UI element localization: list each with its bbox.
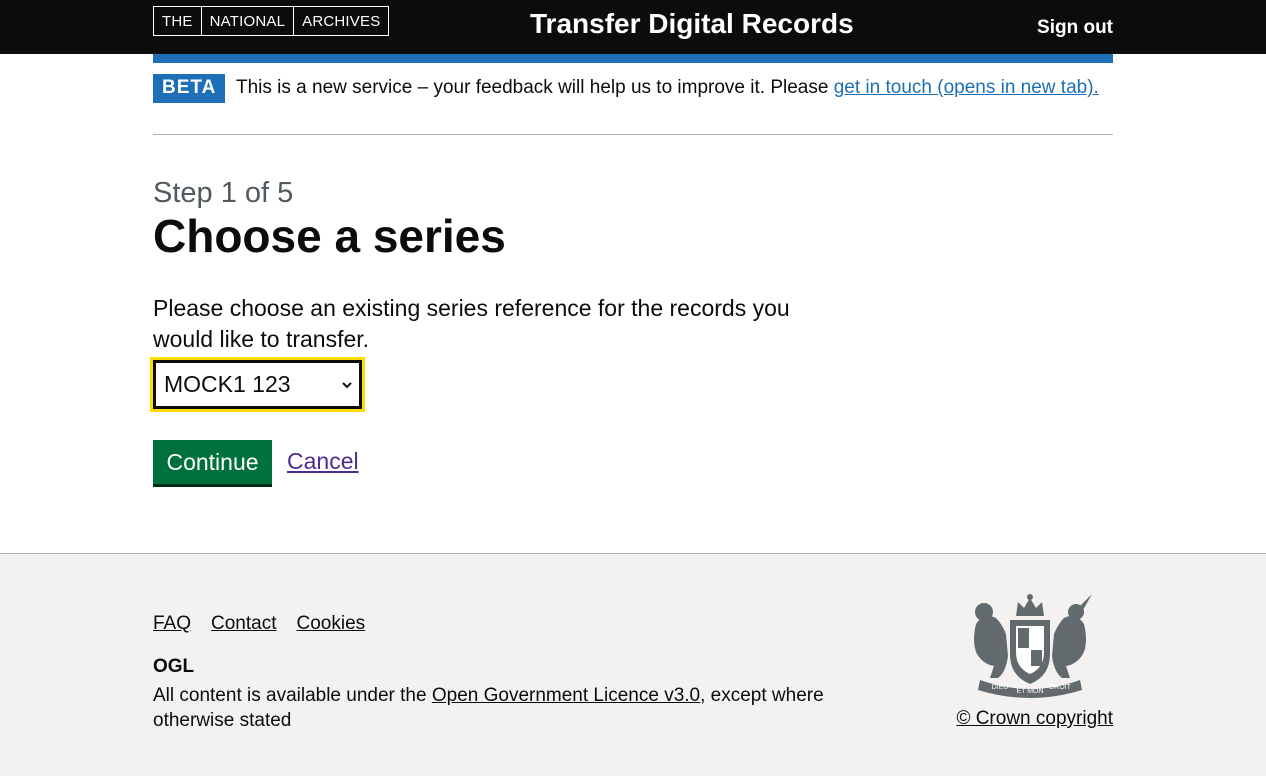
series-select-value: MOCK1 123 <box>164 371 291 397</box>
feedback-link[interactable]: get in touch (opens in new tab). <box>834 77 1099 98</box>
royal-coat-of-arms-icon: DIEU ET MON DROIT <box>974 594 1092 698</box>
licence-prefix: All content is available under the <box>153 685 432 706</box>
footer-link-contact[interactable]: Contact <box>211 613 276 635</box>
national-archives-logo[interactable]: THE NATIONAL ARCHIVES <box>153 6 390 36</box>
footer-link-cookies[interactable]: Cookies <box>297 613 366 635</box>
series-select-label: Please choose an existing series referen… <box>153 295 790 352</box>
licence-text: All content is available under the Open … <box>153 683 883 733</box>
chevron-down-icon <box>342 381 352 388</box>
footer: FAQ Contact Cookies OGL All content is a… <box>0 553 1266 776</box>
crest-motto-center: ET MON <box>1016 688 1043 695</box>
ogl-logo-text: OGL <box>153 657 195 675</box>
crest-motto-right: DROIT <box>1049 684 1072 691</box>
service-name-link[interactable]: Transfer Digital Records <box>530 8 854 40</box>
cancel-link[interactable]: Cancel <box>287 448 359 475</box>
step-caption: Step 1 of 5 <box>153 177 294 209</box>
phase-banner-text: This is a new service – your feedback wi… <box>236 75 1113 100</box>
series-select[interactable]: MOCK1 123 <box>153 360 362 409</box>
page-title: Choose a series <box>153 210 506 262</box>
footer-links: FAQ Contact Cookies <box>153 613 365 635</box>
logo-part-national: NATIONAL <box>200 7 294 35</box>
logo-part-archives: ARCHIVES <box>293 7 388 35</box>
licence-link[interactable]: Open Government Licence v3.0 <box>432 685 700 706</box>
phase-banner-message: This is a new service – your feedback wi… <box>236 77 834 98</box>
series-select-focus-ring: MOCK1 123 <box>150 357 365 412</box>
logo-part-the: THE <box>162 12 193 30</box>
crown-copyright-link[interactable]: © Crown copyright <box>956 708 1113 730</box>
continue-button[interactable]: Continue <box>153 440 272 484</box>
sign-out-link[interactable]: Sign out <box>1037 17 1113 39</box>
crest-motto-left: DIEU <box>992 684 1009 691</box>
header-blue-bar <box>153 54 1113 63</box>
ogl-logo-icon: OGL <box>153 657 195 675</box>
beta-tag: BETA <box>153 74 226 103</box>
header: THE NATIONAL ARCHIVES Transfer Digital R… <box>0 0 1266 54</box>
footer-link-faq[interactable]: FAQ <box>153 613 191 635</box>
phase-banner: BETA This is a new service – your feedba… <box>153 63 1113 135</box>
